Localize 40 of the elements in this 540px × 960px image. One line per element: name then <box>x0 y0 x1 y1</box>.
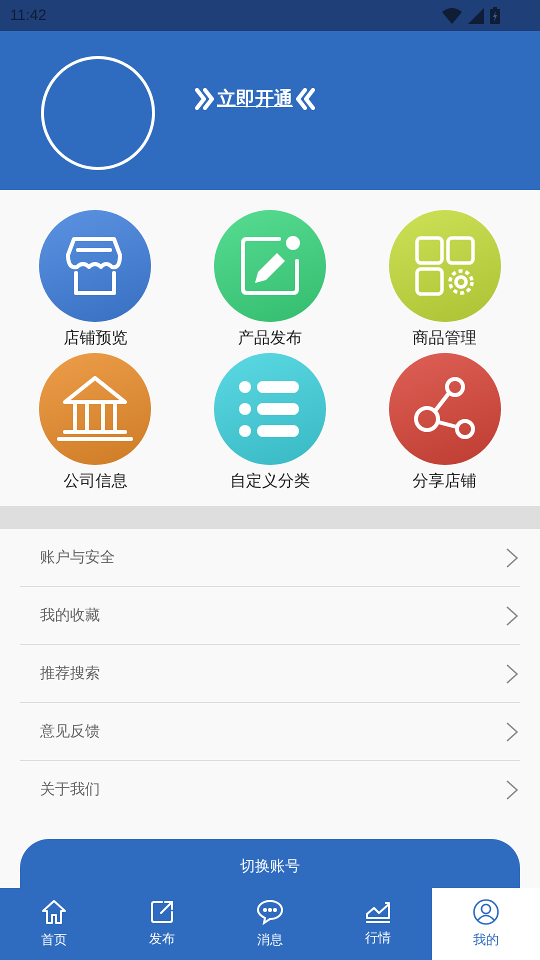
switch-account-button[interactable]: 切换账号 <box>20 839 520 888</box>
shortcut-label: 分享店铺 <box>412 471 477 492</box>
chevron-right-icon <box>506 780 518 800</box>
shortcut-label: 公司信息 <box>63 471 128 492</box>
edit-icon <box>238 235 301 297</box>
menu-item[interactable]: 意见反馈 <box>20 703 520 761</box>
menu-item[interactable]: 账户与安全 <box>20 529 520 587</box>
menu-item[interactable]: 关于我们 <box>20 761 520 818</box>
home-icon <box>41 899 67 925</box>
tab[interactable]: 消息 <box>216 888 324 960</box>
tab[interactable]: 发布 <box>108 888 216 960</box>
activate-link[interactable]: 立即开通 <box>217 86 293 112</box>
chat-icon <box>257 899 283 925</box>
share-icon <box>412 377 477 441</box>
shortcut-label: 产品发布 <box>238 328 302 349</box>
signal-icon <box>468 8 484 24</box>
chevron-right-icon <box>506 606 518 626</box>
bank-building-icon <box>57 376 134 442</box>
tab[interactable]: 行情 <box>324 888 432 960</box>
apps-settings-icon <box>414 235 476 297</box>
tab[interactable]: 首页 <box>0 888 108 960</box>
status-time: 11:42 <box>10 7 46 24</box>
menu-item[interactable]: 推荐搜索 <box>20 645 520 703</box>
menu-item[interactable]: 我的收藏 <box>20 587 520 645</box>
chart-icon <box>365 901 391 923</box>
avatar[interactable] <box>41 56 155 170</box>
list-icon <box>238 381 301 437</box>
external-link-icon <box>150 900 174 924</box>
chevron-right-icon <box>506 722 518 742</box>
chevron-right-icon <box>506 548 518 568</box>
shortcut-label: 自定义分类 <box>230 471 310 492</box>
tab[interactable]: 我的 <box>432 888 540 960</box>
user-icon <box>473 899 499 925</box>
wifi-icon <box>442 8 462 24</box>
battery-icon <box>490 7 500 24</box>
shortcut-label: 店铺预览 <box>63 328 128 349</box>
double-chevron-left-icon <box>295 88 315 110</box>
shortcut-label: 商品管理 <box>412 328 477 349</box>
chevron-right-icon <box>506 664 518 684</box>
double-chevron-right-icon <box>195 88 215 110</box>
